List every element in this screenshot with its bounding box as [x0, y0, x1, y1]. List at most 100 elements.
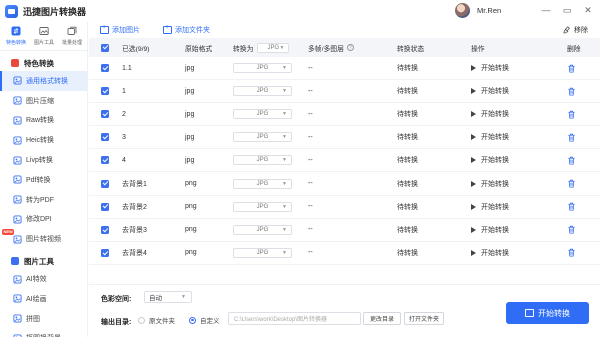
start-convert-button[interactable]: 开始转换: [471, 103, 509, 125]
delete-cell: [567, 242, 576, 264]
row-checkbox[interactable]: [101, 133, 109, 142]
trash-icon[interactable]: [567, 133, 576, 142]
sidebar-item[interactable]: Livp转换: [0, 150, 87, 170]
file-name: 去背景3: [122, 226, 147, 234]
add-folder-label: 添加文件夹: [175, 27, 210, 34]
sidebar-item[interactable]: Raw转换: [0, 111, 87, 131]
change-dir-button[interactable]: 更改目录: [363, 312, 401, 325]
sidebar-item[interactable]: 转为PDF: [0, 190, 87, 210]
sidebar-item[interactable]: NEW 图片转视频: [0, 229, 87, 249]
start-convert-button[interactable]: 开始转换: [471, 219, 509, 241]
radio-dot[interactable]: [189, 316, 196, 324]
start-convert-label: 开始转换: [481, 111, 509, 119]
start-all-button[interactable]: 开始转换: [506, 302, 589, 324]
toolbox-icon: [11, 257, 19, 266]
start-convert-button[interactable]: 开始转换: [471, 242, 509, 264]
target-format-select[interactable]: JPG ▼: [233, 109, 292, 120]
trash-icon[interactable]: [567, 225, 576, 234]
nav-item-icon: [13, 215, 22, 224]
radio-dot[interactable]: [138, 316, 145, 324]
sidebar-item[interactable]: 拼图: [0, 309, 87, 329]
select-all-cell: [101, 38, 109, 57]
sidebar-item[interactable]: AI特效: [0, 269, 87, 289]
start-convert-button[interactable]: 开始转换: [471, 172, 509, 194]
radio-source-folder[interactable]: 原文件夹: [138, 315, 175, 325]
user-profile[interactable]: Mr.Ren: [455, 3, 501, 18]
row-checkbox[interactable]: [101, 110, 109, 119]
select-all-checkbox[interactable]: [101, 43, 109, 52]
table-row: 4 jpg JPG ▼ -- 待转换 开始转换: [89, 149, 600, 173]
add-folder-button[interactable]: 添加文件夹: [163, 24, 210, 35]
target-format-select[interactable]: JPG ▼: [233, 178, 292, 189]
sidebar-item-label: 转为PDF: [26, 196, 54, 204]
sidebar-item-label: 通用格式转换: [26, 77, 68, 85]
sidebar-item[interactable]: 抠图换背景: [0, 329, 87, 337]
target-format-select[interactable]: JPG ▼: [233, 155, 292, 166]
sidebar-section-title: 特色转换: [24, 58, 54, 68]
target-format-cell: JPG ▼: [233, 242, 292, 264]
start-convert-button[interactable]: 开始转换: [471, 149, 509, 171]
trash-icon[interactable]: [567, 202, 576, 211]
username[interactable]: Mr.Ren: [477, 6, 501, 15]
row-checkbox[interactable]: [101, 64, 109, 73]
help-icon[interactable]: ?: [346, 44, 354, 51]
target-format-select[interactable]: JPG ▼: [233, 224, 292, 235]
sidebar-item[interactable]: Pdf转换: [0, 170, 87, 190]
row-checkbox[interactable]: [101, 248, 109, 257]
start-convert-button[interactable]: 开始转换: [471, 57, 509, 79]
start-convert-button[interactable]: 开始转换: [471, 196, 509, 218]
nav-item-icon: [13, 136, 22, 145]
start-convert-label: 开始转换: [481, 134, 509, 142]
start-convert-label: 开始转换: [481, 203, 509, 211]
minimize-button[interactable]: —: [540, 4, 552, 16]
trash-icon[interactable]: [567, 248, 576, 257]
trash-icon[interactable]: [567, 64, 576, 73]
topnav-image-tools[interactable]: 图片工具: [30, 24, 58, 48]
sidebar-item[interactable]: Heic转换: [0, 130, 87, 150]
sidebar-item[interactable]: 图片压缩: [0, 91, 87, 111]
row-check-cell: [101, 149, 109, 171]
trash-icon[interactable]: [567, 156, 576, 165]
output-dir-label: 输出目录:: [101, 319, 132, 326]
topnav-swap[interactable]: 特色转换: [2, 24, 30, 48]
trash-icon[interactable]: [567, 179, 576, 188]
status-text: 待转换: [397, 180, 418, 188]
open-folder-button[interactable]: 打开文件夹: [404, 312, 444, 325]
avatar[interactable]: [455, 3, 470, 18]
start-convert-button[interactable]: 开始转换: [471, 80, 509, 102]
target-format-value: JPG: [256, 203, 269, 210]
add-image-button[interactable]: 添加图片: [100, 24, 140, 35]
sidebar-item[interactable]: 通用格式转换: [0, 71, 87, 91]
table-row: 去背景2 png JPG ▼ -- 待转换 开始转换: [89, 196, 600, 219]
topnav-batch[interactable]: 批量处理: [58, 24, 86, 48]
trash-icon[interactable]: [567, 87, 576, 96]
sidebar-item[interactable]: 修改DPI: [0, 210, 87, 230]
radio-custom-folder[interactable]: 自定义: [189, 315, 220, 325]
start-convert-label: 开始转换: [481, 180, 509, 188]
target-format-select[interactable]: JPG ▼: [233, 132, 292, 143]
global-format-select[interactable]: JPG ▼: [257, 42, 290, 53]
restore-button[interactable]: ▭: [561, 4, 573, 16]
status-text: 待转换: [397, 226, 418, 234]
row-checkbox[interactable]: [101, 202, 109, 211]
row-checkbox[interactable]: [101, 179, 109, 188]
target-format-select[interactable]: JPG ▼: [233, 247, 292, 258]
trash-icon[interactable]: [567, 110, 576, 119]
target-format-select[interactable]: JPG ▼: [233, 86, 292, 97]
chevron-down-icon: ▼: [282, 226, 287, 233]
row-checkbox[interactable]: [101, 225, 109, 234]
close-button[interactable]: ✕: [582, 4, 594, 16]
multi-frame-value: --: [308, 203, 313, 211]
start-convert-button[interactable]: 开始转换: [471, 126, 509, 148]
row-checkbox[interactable]: [101, 156, 109, 165]
remove-button[interactable]: 移除: [563, 25, 588, 35]
status-text: 待转换: [397, 65, 418, 73]
row-checkbox[interactable]: [101, 87, 109, 96]
output-path-input[interactable]: C:\Users\work\Desktop\图片转换器: [228, 312, 361, 325]
sidebar-item[interactable]: AI绘画: [0, 289, 87, 309]
target-format-select[interactable]: JPG ▼: [233, 201, 292, 212]
status-text: 待转换: [397, 88, 418, 96]
target-format-select[interactable]: JPG ▼: [233, 63, 292, 74]
color-space-select[interactable]: 自动 ▼: [144, 291, 192, 303]
image-tools-icon: [39, 26, 49, 36]
